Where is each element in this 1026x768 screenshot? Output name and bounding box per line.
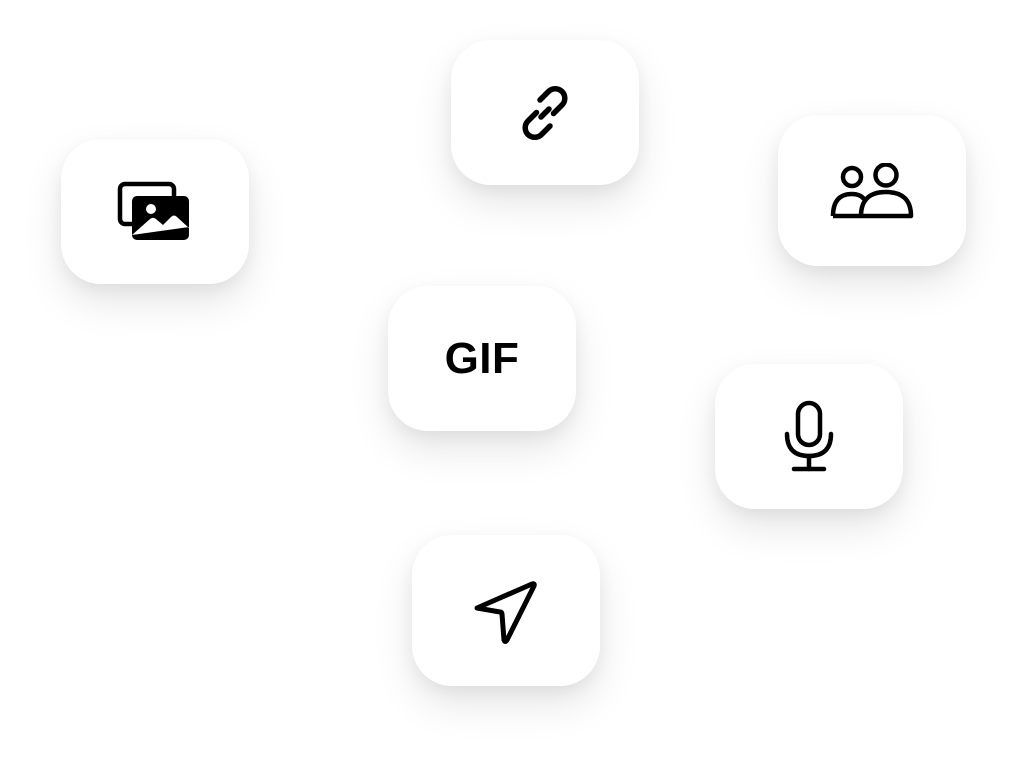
- location-arrow-icon: [471, 578, 541, 644]
- tag-people-button[interactable]: [778, 115, 966, 266]
- gif-label: GIF: [444, 333, 520, 383]
- record-audio-button[interactable]: [715, 364, 903, 509]
- microphone-icon: [782, 400, 836, 474]
- images-icon: [117, 181, 193, 243]
- link-icon: [512, 80, 578, 146]
- share-location-button[interactable]: [412, 535, 600, 686]
- attach-gif-button[interactable]: GIF: [388, 286, 576, 431]
- attach-images-button[interactable]: [61, 139, 249, 284]
- attach-link-button[interactable]: [451, 40, 639, 185]
- people-icon: [830, 162, 914, 219]
